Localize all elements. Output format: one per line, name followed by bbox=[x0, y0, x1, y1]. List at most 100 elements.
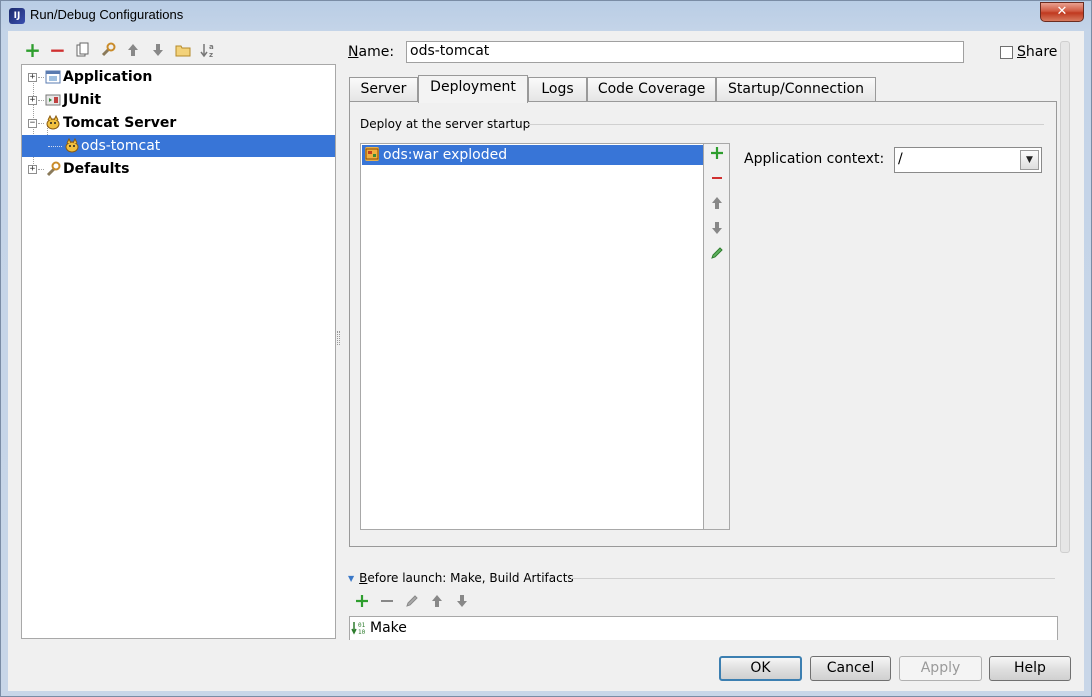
tree-connector bbox=[38, 77, 44, 78]
move-deployment-down-button[interactable] bbox=[704, 219, 729, 244]
sort-button[interactable]: az bbox=[195, 39, 220, 61]
tree-connector bbox=[38, 169, 44, 170]
tree-item-label: Defaults bbox=[63, 161, 130, 177]
edit-deployment-button[interactable] bbox=[704, 244, 729, 269]
tab-code-coverage[interactable]: Code Coverage bbox=[587, 77, 716, 102]
config-tree[interactable]: + Application + JUnit − Tomcat Server od… bbox=[21, 64, 336, 639]
minus-icon bbox=[380, 600, 393, 602]
arrow-up-icon bbox=[431, 595, 442, 607]
arrow-up-icon bbox=[127, 44, 138, 56]
application-context-value: / bbox=[898, 151, 903, 167]
add-task-button[interactable] bbox=[349, 593, 374, 615]
tab-server[interactable]: Server bbox=[349, 77, 418, 102]
name-mnemonic: N bbox=[348, 44, 359, 60]
svg-text:a: a bbox=[209, 43, 214, 51]
expand-icon[interactable]: + bbox=[28, 96, 37, 105]
share-label: Share bbox=[1017, 44, 1057, 60]
share-checkbox[interactable] bbox=[1000, 45, 1013, 59]
remove-task-button[interactable] bbox=[374, 593, 399, 615]
arrow-up-icon bbox=[711, 197, 722, 209]
arrow-down-icon bbox=[456, 595, 467, 607]
window-title: Run/Debug Configurations bbox=[30, 7, 184, 22]
before-launch-item[interactable]: Make bbox=[370, 620, 407, 636]
share-label-text: hare bbox=[1025, 44, 1058, 60]
before-launch-label-text: efore launch: Make, Build Artifacts bbox=[367, 571, 574, 585]
collapse-icon[interactable]: − bbox=[28, 119, 37, 128]
name-field[interactable]: ods-tomcat bbox=[406, 41, 964, 63]
tree-item-ods-tomcat[interactable]: ods-tomcat bbox=[22, 135, 335, 157]
application-context-combo[interactable]: / ▼ bbox=[894, 147, 1042, 173]
ok-button[interactable]: OK bbox=[719, 656, 802, 681]
deployment-panel: Deploy at the server startup ods:war exp… bbox=[349, 101, 1057, 547]
remove-deployment-button[interactable] bbox=[704, 169, 729, 194]
tab-deployment[interactable]: Deployment bbox=[418, 75, 528, 103]
expand-icon[interactable]: + bbox=[28, 165, 37, 174]
tree-connector bbox=[38, 100, 44, 101]
name-label-text: ame: bbox=[358, 44, 395, 60]
tree-item-junit[interactable]: + JUnit bbox=[22, 89, 335, 111]
arrow-down-icon bbox=[152, 44, 163, 56]
plus-icon bbox=[710, 147, 723, 159]
wrench-icon bbox=[45, 161, 61, 177]
deployment-list[interactable]: ods:war exploded bbox=[360, 143, 704, 530]
before-launch-list[interactable]: 01 10 Make bbox=[349, 616, 1058, 640]
intellij-app-icon: IJ bbox=[9, 8, 25, 24]
expand-icon[interactable]: + bbox=[28, 73, 37, 82]
copy-icon bbox=[76, 42, 88, 57]
move-deployment-up-button[interactable] bbox=[704, 194, 729, 219]
folder-button[interactable] bbox=[170, 39, 195, 61]
application-context-label: Application context: bbox=[744, 151, 885, 167]
tomcat-icon bbox=[64, 137, 80, 154]
deployment-item-label: ods:war exploded bbox=[383, 147, 508, 163]
edit-defaults-button[interactable] bbox=[95, 39, 120, 61]
copy-config-button[interactable] bbox=[70, 39, 95, 61]
add-deployment-button[interactable] bbox=[704, 144, 729, 169]
folder-icon bbox=[175, 45, 190, 57]
splitter-handle[interactable] bbox=[337, 331, 340, 345]
before-launch-divider bbox=[571, 578, 1055, 579]
tree-item-application[interactable]: + Application bbox=[22, 66, 335, 88]
deployment-item-ods-war[interactable]: ods:war exploded bbox=[362, 145, 703, 165]
application-icon bbox=[45, 69, 61, 85]
plus-icon bbox=[355, 595, 368, 607]
share-checkbox-group[interactable]: Share bbox=[1000, 44, 1057, 60]
run-debug-window: IJ Run/Debug Configurations ✕ + − a z + … bbox=[0, 0, 1092, 697]
svg-text:01: 01 bbox=[358, 622, 366, 629]
arrow-down-icon bbox=[711, 222, 722, 234]
before-launch-header[interactable]: ▼ Before launch: Make, Build Artifacts bbox=[348, 571, 574, 585]
cancel-button[interactable]: Cancel bbox=[810, 656, 891, 681]
tree-item-label: ods-tomcat bbox=[81, 138, 161, 154]
vertical-scrollbar[interactable] bbox=[1060, 41, 1070, 553]
tab-logs[interactable]: Logs bbox=[528, 77, 587, 102]
config-toolbar: + − az bbox=[20, 38, 220, 62]
close-window-button[interactable]: ✕ bbox=[1040, 2, 1084, 22]
tree-item-defaults[interactable]: + Defaults bbox=[22, 158, 335, 180]
add-config-button[interactable]: + bbox=[20, 38, 45, 62]
tree-item-label: JUnit bbox=[63, 92, 102, 108]
deployment-list-toolbar bbox=[704, 143, 730, 530]
svg-text:10: 10 bbox=[358, 629, 366, 636]
apply-button[interactable]: Apply bbox=[899, 656, 982, 681]
title-bar[interactable]: IJ Run/Debug Configurations ✕ bbox=[1, 1, 1091, 31]
tree-item-tomcat-server[interactable]: − Tomcat Server bbox=[22, 112, 335, 134]
dialog-content: + − az + Application + JUnit − Tomcat Se… bbox=[8, 31, 1084, 691]
minus-icon bbox=[711, 177, 722, 179]
tree-item-label: Tomcat Server bbox=[63, 115, 177, 131]
share-mnemonic: S bbox=[1017, 44, 1026, 60]
tree-item-label: Application bbox=[63, 69, 153, 85]
move-task-up-button[interactable] bbox=[424, 593, 449, 615]
help-button[interactable]: Help bbox=[989, 656, 1071, 681]
make-icon: 01 10 bbox=[351, 620, 367, 638]
collapse-triangle-icon[interactable]: ▼ bbox=[348, 574, 354, 583]
tomcat-icon bbox=[45, 114, 61, 131]
edit-task-button[interactable] bbox=[399, 593, 424, 615]
pencil-icon bbox=[405, 595, 418, 607]
remove-config-button[interactable]: − bbox=[45, 38, 70, 62]
tree-connector bbox=[48, 146, 62, 147]
chevron-down-icon[interactable]: ▼ bbox=[1020, 150, 1039, 170]
tab-startup-connection[interactable]: Startup/Connection bbox=[716, 77, 876, 102]
move-task-down-button[interactable] bbox=[449, 593, 474, 615]
move-down-button[interactable] bbox=[145, 39, 170, 61]
wrench-icon bbox=[101, 42, 115, 57]
move-up-button[interactable] bbox=[120, 39, 145, 61]
